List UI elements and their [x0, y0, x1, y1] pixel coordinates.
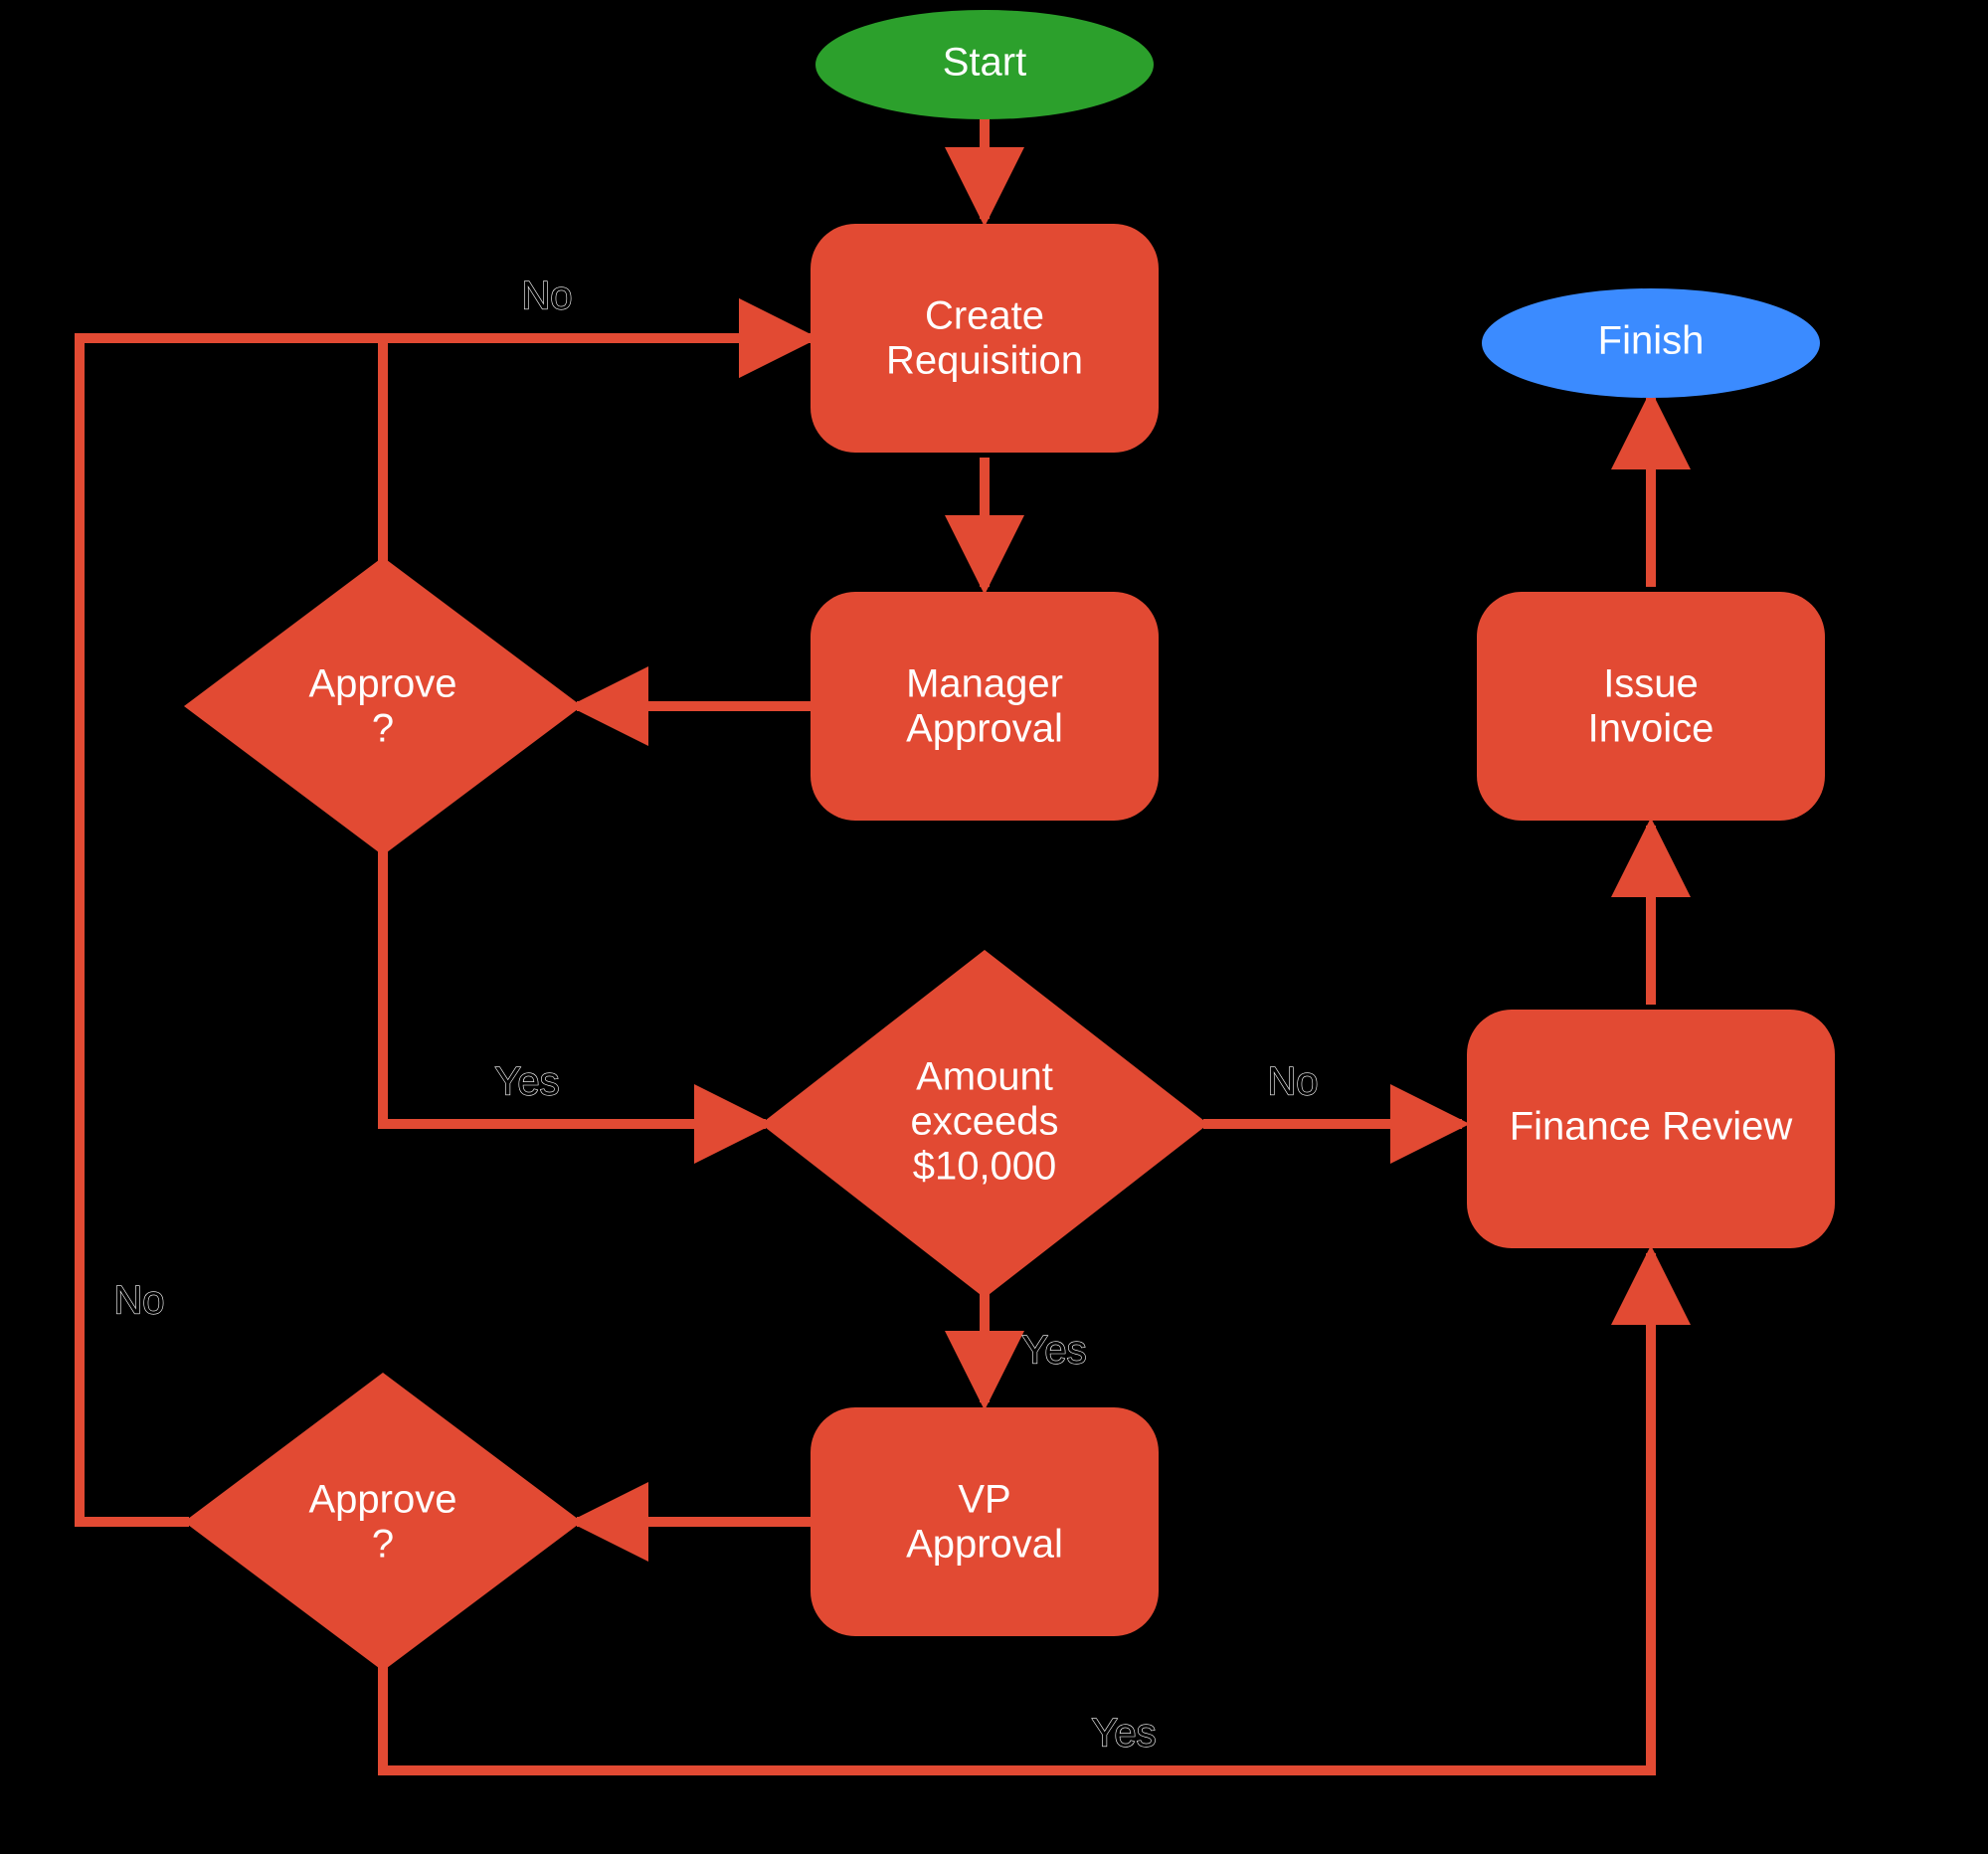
node-finance-review: Finance Review [1467, 1010, 1835, 1248]
node-issue-invoice-label2: Invoice [1588, 707, 1715, 751]
node-approve1-label1: Approve [309, 662, 457, 706]
label-amount-yes: Yes [1021, 1329, 1086, 1373]
node-vp-approval: VP Approval [811, 1407, 1159, 1636]
node-start-label: Start [943, 41, 1026, 85]
node-approve2-label2: ? [372, 1523, 394, 1567]
node-amount-label3: $10,000 [913, 1145, 1057, 1189]
label-approve2-no: No [113, 1279, 164, 1323]
node-manager-approval-label1: Manager [906, 662, 1063, 706]
label-amount-no: No [1267, 1060, 1318, 1104]
node-finish-label: Finish [1598, 319, 1705, 363]
node-amount-exceeds: Amount exceeds $10,000 [761, 950, 1208, 1298]
node-approve2-label1: Approve [309, 1478, 457, 1522]
node-approve1-label2: ? [372, 707, 394, 751]
node-manager-approval: Manager Approval [811, 592, 1159, 821]
node-issue-invoice-label1: Issue [1603, 662, 1699, 706]
node-approve2: Approve ? [184, 1373, 582, 1671]
node-vp-approval-label2: Approval [906, 1523, 1063, 1567]
label-approve2-yes: Yes [1091, 1712, 1156, 1756]
node-vp-approval-label1: VP [958, 1478, 1010, 1522]
node-approve1: Approve ? [184, 557, 582, 855]
node-finance-review-label: Finance Review [1510, 1105, 1793, 1149]
label-approve1-no: No [521, 275, 572, 318]
node-amount-label2: exceeds [911, 1100, 1059, 1144]
node-finish: Finish [1482, 288, 1820, 398]
node-amount-label1: Amount [916, 1055, 1053, 1099]
edge-approve2-no [80, 338, 811, 1522]
node-manager-approval-label2: Approval [906, 707, 1063, 751]
label-approve1-yes: Yes [494, 1060, 559, 1104]
edge-approve1-yes [383, 845, 766, 1124]
node-create-requisition-label1: Create [925, 294, 1044, 338]
edge-approve1-no [383, 338, 811, 567]
node-issue-invoice: Issue Invoice [1477, 592, 1825, 821]
node-create-requisition-label2: Requisition [886, 339, 1083, 383]
node-create-requisition: Create Requisition [811, 224, 1159, 453]
flowchart: No Yes No Yes No Yes Start Create Requis… [0, 0, 1988, 1854]
node-start: Start [815, 10, 1154, 119]
